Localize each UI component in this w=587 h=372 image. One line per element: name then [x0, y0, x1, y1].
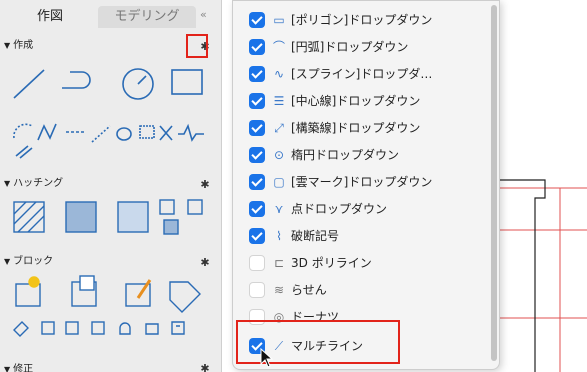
- point-tool-icon: [159, 125, 173, 141]
- block-subtool-2-icon: [41, 321, 55, 335]
- multiline-tool-icon: [15, 145, 29, 157]
- block-subtool-7-icon: [171, 321, 185, 335]
- menu-item-label: 破断記号: [291, 229, 340, 243]
- gradient-tool-icon: [65, 201, 97, 233]
- line-tool-icon: [13, 69, 45, 99]
- wipeout-tool-icon: [187, 199, 203, 215]
- checkbox[interactable]: [249, 12, 265, 28]
- menu-item-breakline[interactable]: ⌇ 破断記号: [249, 223, 485, 249]
- menu-item-ellipse[interactable]: ⊙ 楕円ドロップダウン: [249, 142, 485, 168]
- menu-item-label: [構築線]ドロップダウン: [291, 121, 421, 135]
- construction-line-tool-icon: [91, 125, 111, 143]
- menu-item-revision-cloud[interactable]: ▢ [雲マーク]ドロップダウン: [249, 169, 485, 195]
- polygon-icon: ▭: [273, 13, 285, 27]
- ellipse-tool-icon: [116, 127, 132, 141]
- menu-item-construction-line[interactable]: ⤢ [構築線]ドロップダウン: [249, 115, 485, 141]
- menu-item-polygon[interactable]: ▭ [ポリゴン]ドロップダウン: [249, 7, 485, 33]
- menu-item-label: [雲マーク]ドロップダウン: [291, 175, 433, 189]
- block-tools: [13, 275, 201, 337]
- disclosure-triangle-icon: ▼: [4, 41, 11, 50]
- section-modify-header[interactable]: ▼ 修正: [4, 362, 33, 372]
- menu-item-point[interactable]: ⋎ 点ドロップダウン: [249, 196, 485, 222]
- construction-line-icon: ⤢: [274, 121, 284, 135]
- rectangle-tool-icon: [171, 69, 203, 95]
- tab-drawing[interactable]: 作図: [6, 6, 94, 28]
- menu-item-label: [円弧]ドロップダウン: [291, 40, 409, 54]
- menu-item-spline[interactable]: ∿ [スプライン]ドロップダ…: [249, 61, 485, 87]
- hatch-tools: [13, 199, 203, 235]
- tab-modeling[interactable]: モデリング: [98, 6, 196, 28]
- cloud-tool-icon: [139, 125, 155, 139]
- hatch-tool-icon: [13, 201, 45, 233]
- helix-icon: ≋: [273, 283, 285, 297]
- section-hatch-header[interactable]: ▼ ハッチング: [4, 176, 63, 192]
- spline-tool-icon: [37, 123, 57, 141]
- section-hatch-label: ハッチング: [13, 178, 64, 189]
- spline-icon: ∿: [273, 67, 285, 81]
- menu-item-label: [スプライン]ドロップダ…: [291, 67, 433, 81]
- revision-cloud-icon: ▢: [273, 175, 285, 189]
- polyline-tool-icon: [62, 71, 91, 89]
- menu-item-label: [ポリゴン]ドロップダウン: [291, 13, 433, 27]
- boundary-tool-icon: [117, 201, 149, 233]
- menu-item-arc[interactable]: ⌒ [円弧]ドロップダウン: [249, 34, 485, 60]
- checkbox[interactable]: [249, 282, 265, 298]
- menu-item-label: 点ドロップダウン: [291, 202, 388, 216]
- checkbox[interactable]: [249, 66, 265, 82]
- collapse-chevron-icon[interactable]: «: [200, 8, 207, 21]
- arc-icon: ⌒: [272, 40, 285, 54]
- section-block-label: ブロック: [13, 256, 54, 267]
- menu-item-label: らせん: [291, 283, 327, 297]
- section-create-header[interactable]: ▼ 作成: [4, 38, 33, 54]
- tool-visibility-menu: ▭ [ポリゴン]ドロップダウン ⌒ [円弧]ドロップダウン ∿ [スプライン]ド…: [232, 0, 500, 370]
- checkbox[interactable]: [249, 147, 265, 163]
- breakline-icon: ⌇: [276, 229, 282, 243]
- gear-highlight-box: [186, 34, 208, 58]
- hatch-gear-icon[interactable]: ✱: [198, 178, 212, 192]
- block-subtool-5-icon: [119, 322, 131, 335]
- checkbox[interactable]: [249, 228, 265, 244]
- disclosure-triangle-icon: ▼: [4, 365, 11, 372]
- disclosure-triangle-icon: ▼: [4, 257, 11, 266]
- centerline-icon: ☰: [273, 94, 285, 108]
- block-gear-icon[interactable]: ✱: [198, 256, 212, 270]
- breakline-tool-icon: [178, 123, 204, 142]
- attribute-icon: [169, 281, 201, 313]
- create-tools: [13, 68, 204, 159]
- section-create-label: 作成: [13, 40, 34, 51]
- block-subtool-3-icon: [65, 321, 79, 335]
- superhatch-tool-icon: [163, 219, 179, 235]
- create-block-icon: [15, 283, 41, 307]
- menu-item-label: 楕円ドロップダウン: [291, 148, 400, 162]
- menu-item-centerline[interactable]: ☰ [中心線]ドロップダウン: [249, 88, 485, 114]
- checkbox[interactable]: [249, 174, 265, 190]
- menu-scrollbar[interactable]: [491, 5, 497, 361]
- menu-item-3d-polyline[interactable]: ⊏ 3D ポリライン: [249, 250, 485, 276]
- checkbox[interactable]: [249, 255, 265, 271]
- modify-gear-icon[interactable]: ✱: [198, 362, 212, 372]
- point-icon: ⋎: [274, 202, 284, 216]
- checkbox[interactable]: [249, 120, 265, 136]
- 3d-polyline-icon: ⊏: [273, 256, 285, 270]
- block-subtool-1-icon: [13, 321, 29, 337]
- mouse-cursor-icon: [260, 348, 274, 368]
- disclosure-triangle-icon: ▼: [4, 179, 11, 188]
- ellipse-icon: ⊙: [273, 148, 285, 162]
- menu-item-label: 3D ポリライン: [291, 256, 372, 270]
- palette-tabbar: 作図 モデリング «: [0, 0, 221, 30]
- menu-item-label: [中心線]ドロップダウン: [291, 94, 421, 108]
- tool-palette: 作図 モデリング « ▼ 作成 ✱ ▼ ハッチング ✱ ▼ ブロック ✱ ▼ 修…: [0, 0, 222, 372]
- block-subtool-4-icon: [91, 321, 105, 335]
- menu-item-helix[interactable]: ≋ らせん: [249, 277, 485, 303]
- arc-tool-icon: [13, 123, 33, 139]
- section-block-header[interactable]: ▼ ブロック: [4, 254, 53, 270]
- checkbox[interactable]: [249, 39, 265, 55]
- block-subtool-6-icon: [145, 323, 159, 335]
- section-modify-label: 修正: [13, 364, 34, 372]
- checkbox[interactable]: [249, 93, 265, 109]
- checkbox[interactable]: [249, 201, 265, 217]
- region-tool-icon: [159, 199, 175, 215]
